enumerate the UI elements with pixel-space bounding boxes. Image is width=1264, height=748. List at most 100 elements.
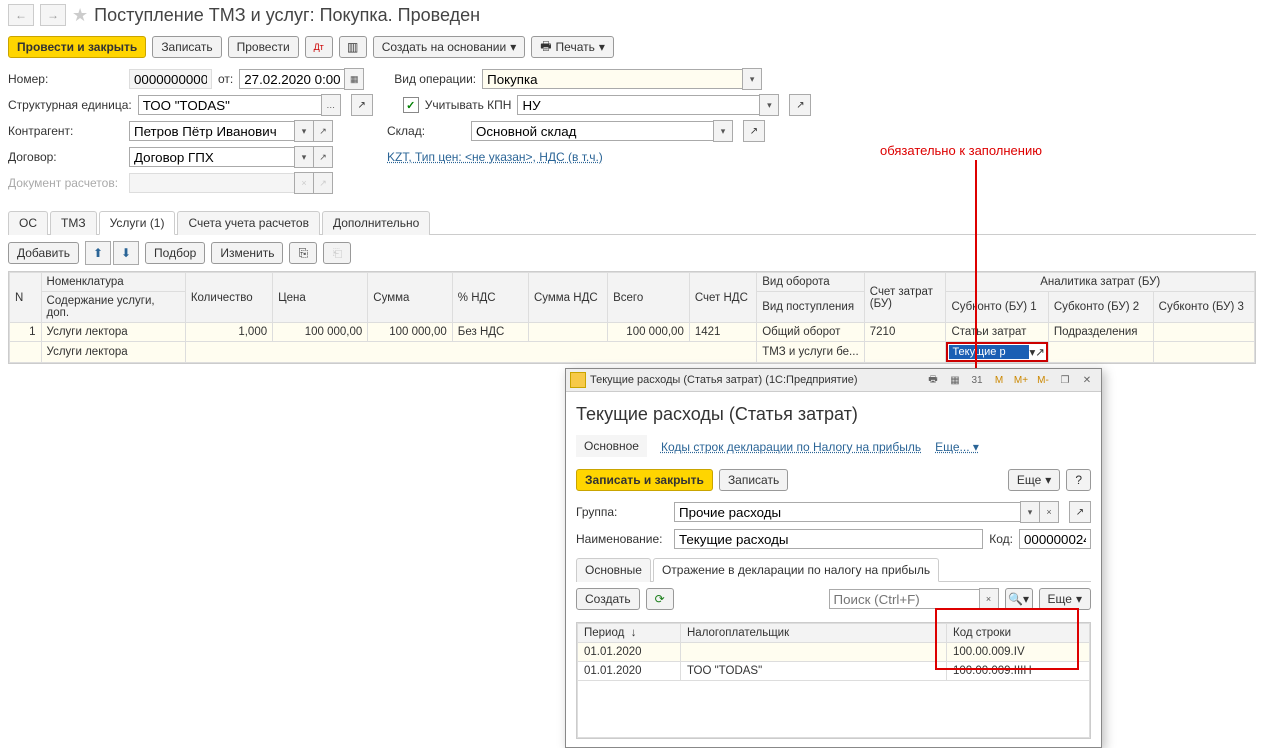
warehouse-open-icon[interactable]: ↗ xyxy=(743,120,765,142)
save-button[interactable]: Записать xyxy=(152,36,221,58)
modal-save-close-button[interactable]: Записать и закрыть xyxy=(576,469,713,491)
expense-article-modal: Текущие расходы (Статья затрат) (1С:Пред… xyxy=(565,368,1102,748)
org-ellipsis-icon[interactable]: … xyxy=(321,94,341,116)
contract-label: Договор: xyxy=(8,150,123,164)
col-linecode: Код строки xyxy=(947,624,1090,643)
name-field[interactable] xyxy=(674,529,983,549)
m-plus-button[interactable]: M+ xyxy=(1011,371,1031,389)
from-label: от: xyxy=(218,72,233,86)
cell-nom[interactable]: Услуги лектора xyxy=(41,323,185,342)
group-field[interactable] xyxy=(674,502,1020,522)
copy-icon[interactable]: ⎘ xyxy=(289,242,317,264)
cell-sub1-top[interactable]: Статьи затрат xyxy=(946,323,1048,342)
op-type-dropdown-icon[interactable]: ▾ xyxy=(742,68,762,90)
table-row[interactable]: 01.01.2020 ТОО "TODAS" 100.00.009.IIIH xyxy=(578,662,1090,681)
contract-dropdown-icon[interactable]: ▾ xyxy=(294,146,314,168)
create-button[interactable]: Создать xyxy=(576,588,640,610)
cell-costacct[interactable]: 7210 xyxy=(864,323,946,342)
table-row[interactable]: 01.01.2020 100.00.009.IV xyxy=(578,643,1090,662)
cell-turn2[interactable]: ТМЗ и услуги бе... xyxy=(757,342,865,363)
org-field[interactable] xyxy=(138,95,321,115)
page-title: Поступление ТМЗ и услуг: Покупка. Провед… xyxy=(94,5,480,26)
print-button[interactable]: 🖶 Печать ▾ xyxy=(531,36,614,58)
modal-nav-codes[interactable]: Коды строк декларации по Налогу на прибы… xyxy=(661,440,921,454)
warehouse-dropdown-icon[interactable]: ▾ xyxy=(713,120,733,142)
tab-additional[interactable]: Дополнительно xyxy=(322,211,430,235)
sub1-open-icon[interactable]: ↗ xyxy=(1035,345,1045,359)
modal-nav-main[interactable]: Основное xyxy=(576,435,647,459)
structure-icon[interactable]: ▥ xyxy=(339,36,367,58)
create-based-button[interactable]: Создать на основании ▾ xyxy=(373,36,526,58)
cell-turn[interactable]: Общий оборот xyxy=(757,323,865,342)
cell-n[interactable]: 1 xyxy=(10,323,42,342)
cell-qty[interactable]: 1,000 xyxy=(185,323,272,342)
tab-os[interactable]: ОС xyxy=(8,211,48,235)
col-payer: Налогоплательщик xyxy=(681,624,947,643)
cell-sub1-sel[interactable]: Текущие р ▾ ↗ xyxy=(946,342,1048,363)
nav-fwd-button[interactable]: → xyxy=(40,4,66,26)
counterparty-dropdown-icon[interactable]: ▾ xyxy=(294,120,314,142)
move-up-button[interactable]: ⬆ xyxy=(85,241,111,265)
add-row-button[interactable]: Добавить xyxy=(8,242,79,264)
group-dropdown-icon[interactable]: ▾ xyxy=(1020,501,1040,523)
contract-field[interactable] xyxy=(129,147,294,167)
date-field[interactable] xyxy=(239,69,344,89)
post-close-button[interactable]: Провести и закрыть xyxy=(8,36,146,58)
pick-button[interactable]: Подбор xyxy=(145,242,205,264)
favorite-star-icon[interactable]: ★ xyxy=(72,5,88,26)
tab-services[interactable]: Услуги (1) xyxy=(99,211,176,235)
restore-icon[interactable]: ❐ xyxy=(1055,371,1075,389)
number-field[interactable] xyxy=(129,69,212,89)
cell-total[interactable]: 100 000,00 xyxy=(608,323,690,342)
cell-sub2-top[interactable]: Подразделения xyxy=(1048,323,1153,342)
m-button[interactable]: M xyxy=(989,371,1009,389)
tab-accounts[interactable]: Счета учета расчетов xyxy=(177,211,319,235)
search-clear-icon[interactable]: × xyxy=(979,588,999,610)
cell-nom2[interactable]: Услуги лектора xyxy=(41,342,185,363)
code-field[interactable] xyxy=(1019,529,1091,549)
cell-vatpct[interactable]: Без НДС xyxy=(452,323,528,342)
cell-vat[interactable] xyxy=(528,323,607,342)
subtab-main[interactable]: Основные xyxy=(576,558,651,582)
edit-button[interactable]: Изменить xyxy=(211,242,283,264)
currency-link[interactable]: KZT, Тип цен: <не указан>, НДС (в т.ч.) xyxy=(387,150,603,164)
modal-save-button[interactable]: Записать xyxy=(719,469,788,491)
post-button[interactable]: Провести xyxy=(228,36,299,58)
tab-tmz[interactable]: ТМЗ xyxy=(50,211,97,235)
search-icon[interactable]: 🔍▾ xyxy=(1005,588,1033,610)
kpn-field[interactable] xyxy=(517,95,759,115)
modal-help-button[interactable]: ? xyxy=(1066,469,1091,491)
print-icon[interactable]: 🖶 xyxy=(923,371,943,389)
warehouse-field[interactable] xyxy=(471,121,713,141)
kpn-checkbox[interactable]: ✓ xyxy=(403,97,419,113)
cell-vatacct[interactable]: 1421 xyxy=(689,323,756,342)
counterparty-ellipsis-icon[interactable]: ↗ xyxy=(314,120,333,142)
m-minus-button[interactable]: M- xyxy=(1033,371,1053,389)
grid-more-button[interactable]: Еще ▾ xyxy=(1039,588,1091,610)
date-picker-icon[interactable]: ▦ xyxy=(344,68,364,90)
search-input[interactable] xyxy=(829,589,979,609)
cell-sum[interactable]: 100 000,00 xyxy=(368,323,453,342)
group-open-icon[interactable]: ↗ xyxy=(1069,501,1091,523)
subtab-declaration[interactable]: Отражение в декларации по налогу на приб… xyxy=(653,558,939,582)
dr-cr-icon[interactable]: Дт xyxy=(305,36,333,58)
contract-open-icon[interactable]: ↗ xyxy=(314,146,333,168)
refresh-icon[interactable]: ⟳ xyxy=(646,588,674,610)
cell-price[interactable]: 100 000,00 xyxy=(273,323,368,342)
nav-back-button[interactable]: ← xyxy=(8,4,34,26)
kpn-open-icon[interactable]: ↗ xyxy=(789,94,811,116)
calendar-icon[interactable]: 31 xyxy=(967,371,987,389)
op-type-label: Вид операции: xyxy=(394,72,476,86)
org-open-icon[interactable]: ↗ xyxy=(351,94,373,116)
kpn-dropdown-icon[interactable]: ▾ xyxy=(759,94,779,116)
counterparty-field[interactable] xyxy=(129,121,294,141)
close-icon[interactable]: ✕ xyxy=(1077,371,1097,389)
col-vat: Сумма НДС xyxy=(528,273,607,323)
calc-icon[interactable]: ▦ xyxy=(945,371,965,389)
cell-sub3-top[interactable] xyxy=(1153,323,1254,342)
modal-more-button[interactable]: Еще ▾ xyxy=(1008,469,1060,491)
op-type-field[interactable] xyxy=(482,69,742,89)
move-down-button[interactable]: ⬇ xyxy=(113,241,139,265)
group-clear-icon[interactable]: × xyxy=(1040,501,1059,523)
modal-nav-more[interactable]: Еще... ▾ xyxy=(935,440,979,454)
